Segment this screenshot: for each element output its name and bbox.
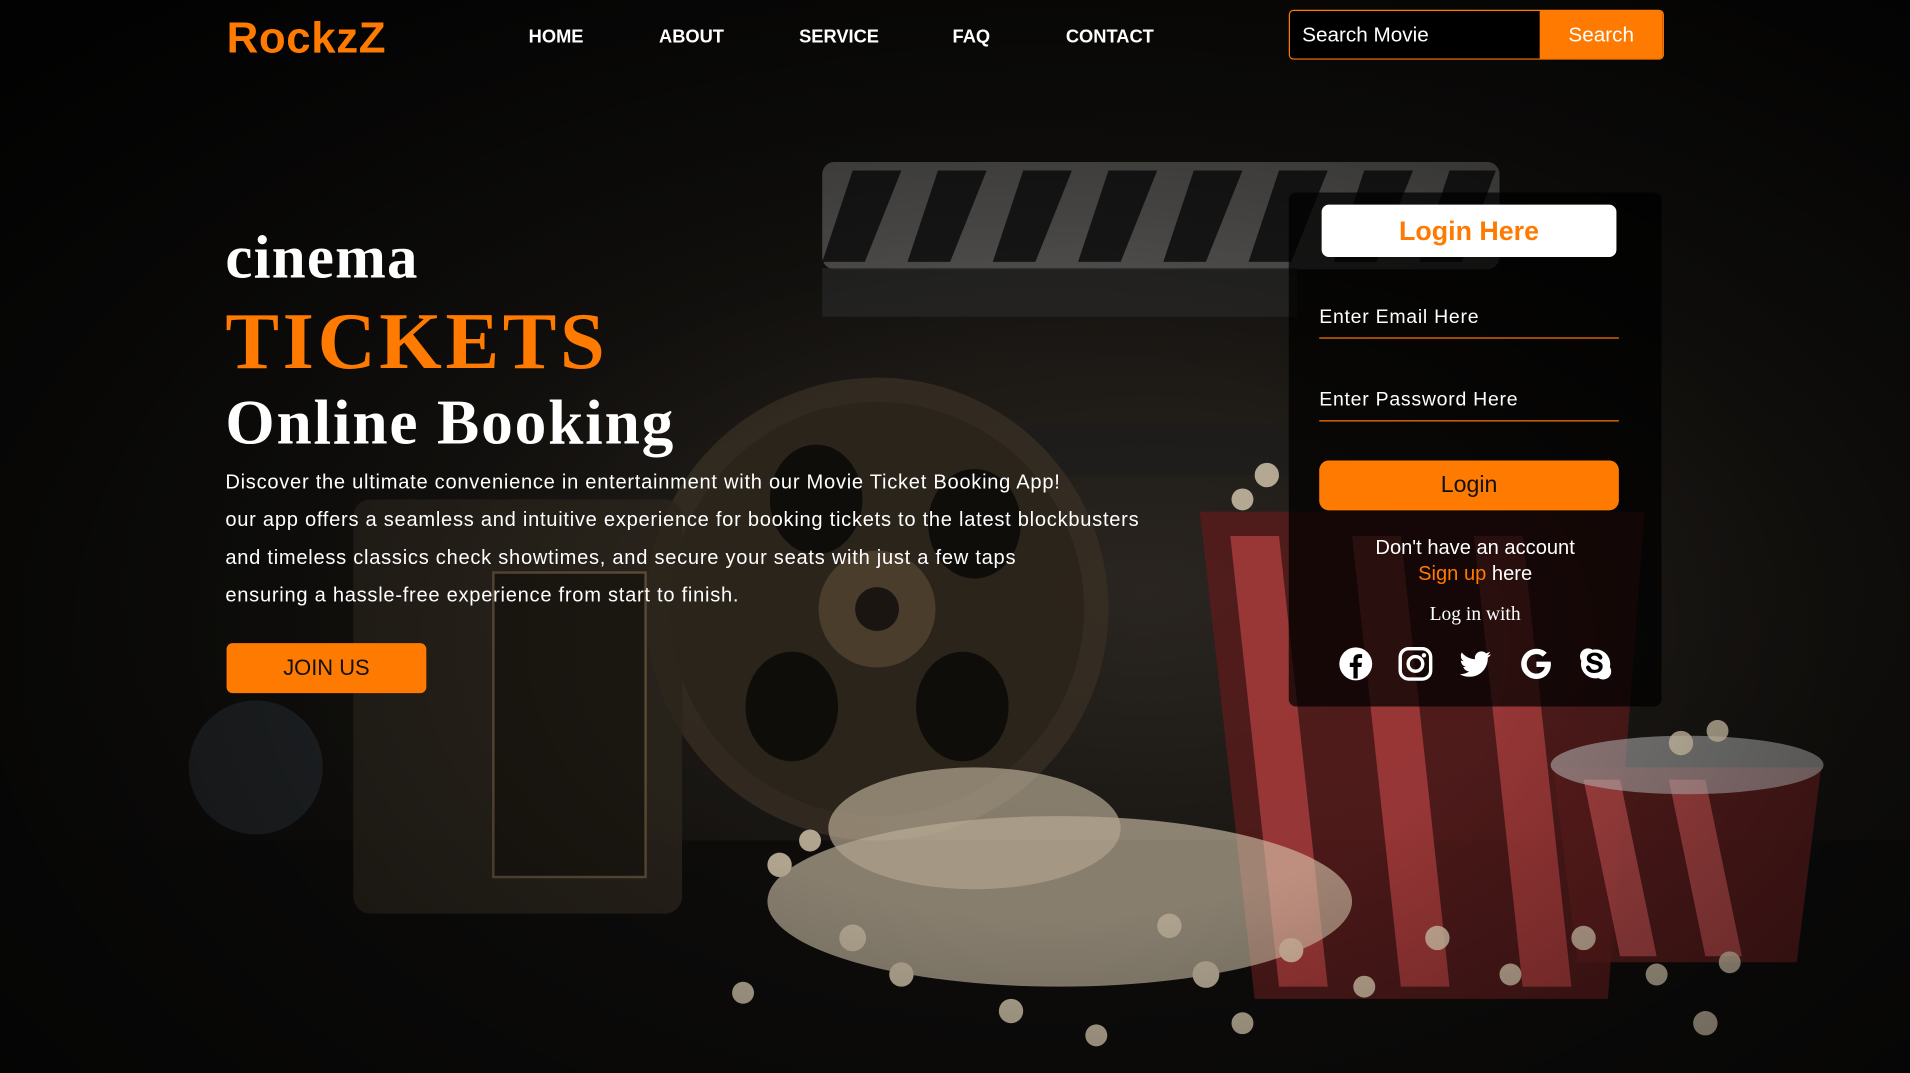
- hero-description-line: Discover the ultimate convenience in ent…: [225, 471, 1061, 494]
- login-with-label: Log in with: [1429, 604, 1521, 625]
- nav-about[interactable]: ABOUT: [659, 27, 724, 48]
- search-bar: Search: [1288, 9, 1664, 60]
- signup-suffix: here: [1491, 562, 1533, 585]
- signup-link[interactable]: Sign up: [1418, 563, 1486, 585]
- instagram-icon[interactable]: [1397, 646, 1434, 683]
- hero-title-cinema: cinema: [225, 222, 419, 292]
- nav-service[interactable]: SERVICE: [799, 27, 879, 48]
- hero-description-line: our app offers a seamless and intuitive …: [225, 509, 1140, 532]
- password-field[interactable]: [1319, 380, 1619, 422]
- search-button[interactable]: Search: [1539, 10, 1663, 59]
- page: RockzZ HOME ABOUT SERVICE FAQ CONTACT Se…: [0, 0, 1910, 1073]
- twitter-icon[interactable]: [1457, 646, 1494, 683]
- hero-description: Discover the ultimate convenience in ent…: [225, 464, 1224, 615]
- no-account-text: Don't have an account: [1375, 537, 1575, 560]
- signup-prompt: Don't have an account Sign up here: [1289, 536, 1662, 587]
- social-login-row: [1289, 646, 1662, 685]
- hero-description-line: and timeless classics check showtimes, a…: [225, 546, 1017, 569]
- skype-icon[interactable]: [1577, 646, 1614, 683]
- nav-faq[interactable]: FAQ: [953, 27, 991, 48]
- google-icon[interactable]: [1518, 646, 1555, 683]
- hero-description-line: ensuring a hassle-free experience from s…: [225, 584, 740, 607]
- email-field[interactable]: [1319, 297, 1619, 339]
- nav-contact[interactable]: CONTACT: [1066, 27, 1154, 48]
- login-button[interactable]: Login: [1319, 460, 1619, 511]
- lens-image: [188, 700, 323, 835]
- join-us-button[interactable]: JOIN US: [226, 643, 427, 694]
- login-panel: Login Here Login Don't have an account S…: [1288, 192, 1662, 707]
- login-title: Login Here: [1321, 204, 1617, 258]
- logo[interactable]: RockzZ: [227, 12, 387, 63]
- hero-title-tickets: TICKETS: [225, 297, 609, 387]
- search-input[interactable]: [1289, 10, 1540, 59]
- hero-title-online-booking: Online Booking: [225, 388, 676, 459]
- facebook-icon[interactable]: [1337, 646, 1374, 683]
- nav-home[interactable]: HOME: [529, 27, 584, 48]
- signup-line: Sign up here: [1289, 562, 1662, 588]
